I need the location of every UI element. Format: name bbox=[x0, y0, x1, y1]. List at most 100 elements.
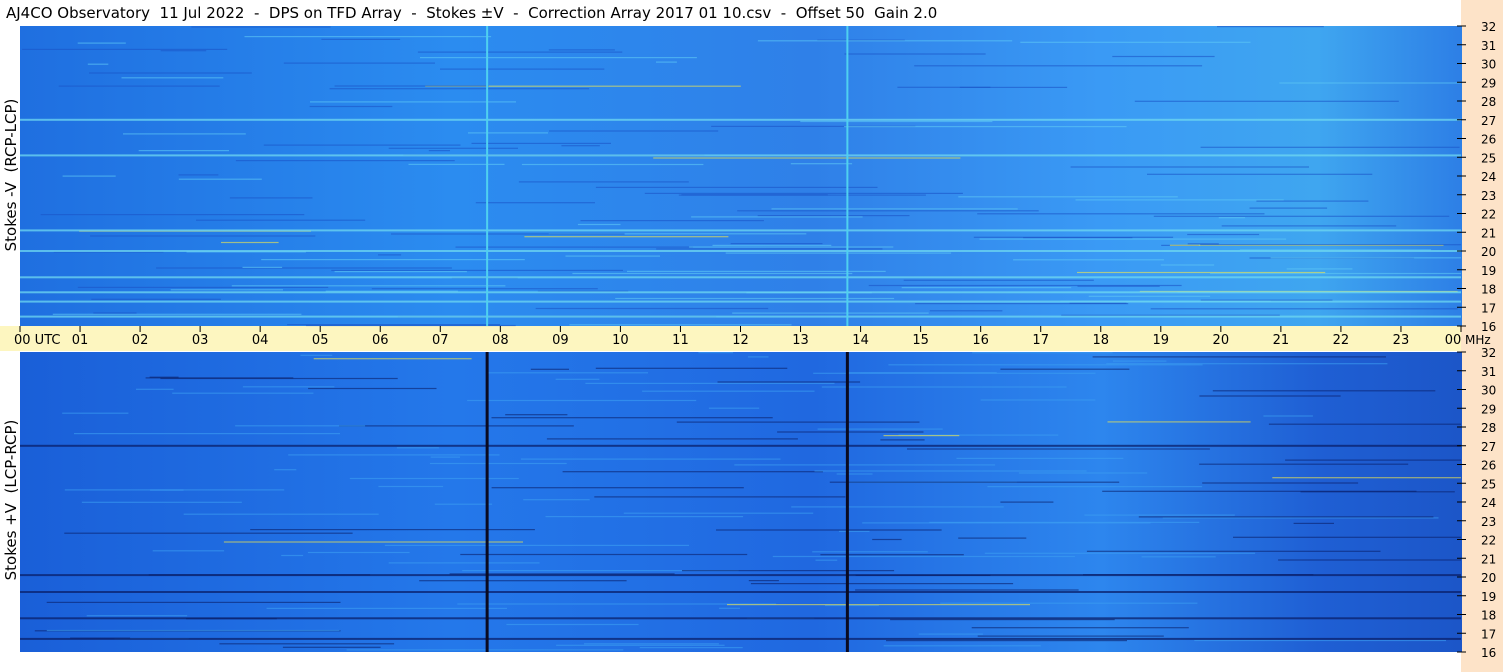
noise-streak bbox=[288, 454, 500, 456]
noise-streak bbox=[972, 352, 1113, 354]
noise-streak bbox=[656, 248, 883, 250]
noise-streak bbox=[219, 643, 395, 645]
noise-streak bbox=[791, 506, 1004, 508]
x-tick-label: 01 bbox=[72, 333, 89, 348]
noise-streak bbox=[440, 68, 605, 70]
noise-streak bbox=[814, 470, 1087, 472]
noise-streak bbox=[74, 433, 340, 435]
y-tick-label: 21 bbox=[1481, 226, 1496, 240]
noise-streak bbox=[712, 244, 832, 246]
noise-streak bbox=[136, 388, 174, 390]
noise-streak bbox=[1249, 207, 1328, 209]
noise-streak bbox=[958, 537, 1027, 539]
noise-streak bbox=[46, 629, 340, 632]
noise-streak bbox=[562, 471, 823, 473]
noise-streak bbox=[491, 417, 773, 419]
noise-streak bbox=[378, 254, 402, 256]
noise-streak bbox=[1200, 146, 1460, 148]
noise-streak bbox=[1084, 514, 1235, 516]
noise-streak bbox=[229, 197, 313, 199]
noise-streak bbox=[897, 86, 991, 88]
x-tick-label: 09 bbox=[552, 333, 569, 348]
frequency-band bbox=[20, 591, 1461, 593]
noise-streak bbox=[546, 438, 798, 440]
noise-streak bbox=[491, 487, 744, 489]
noise-streak bbox=[1092, 356, 1386, 358]
noise-streak bbox=[1218, 217, 1246, 219]
noise-streak bbox=[223, 541, 523, 543]
noise-streak bbox=[548, 49, 615, 51]
noise-streak bbox=[250, 529, 535, 531]
noise-streak bbox=[1278, 559, 1461, 561]
noise-streak bbox=[771, 208, 1018, 210]
noise-streak bbox=[235, 425, 366, 427]
noise-streak bbox=[730, 243, 823, 245]
noise-streak bbox=[717, 381, 861, 383]
noise-streak bbox=[750, 583, 1014, 585]
noise-streak bbox=[90, 235, 316, 237]
noise-streak bbox=[691, 216, 863, 218]
noise-streak bbox=[231, 285, 506, 287]
noise-streak bbox=[844, 126, 1127, 128]
noise-streak bbox=[971, 627, 1189, 629]
noise-streak bbox=[64, 532, 353, 534]
y-tick-label: 32 bbox=[1481, 346, 1496, 360]
noise-streak bbox=[1075, 199, 1284, 201]
noise-streak bbox=[471, 142, 611, 144]
noise-streak bbox=[653, 157, 961, 159]
noise-streak bbox=[524, 236, 729, 238]
noise-streak bbox=[727, 604, 1030, 606]
noise-streak bbox=[183, 513, 379, 515]
noise-streak bbox=[468, 132, 548, 134]
noise-streak bbox=[160, 50, 207, 52]
noise-streak bbox=[1286, 268, 1353, 270]
noise-streak bbox=[242, 266, 283, 268]
noise-streak bbox=[1194, 639, 1446, 642]
noise-streak bbox=[520, 458, 781, 460]
y-tick-label: 27 bbox=[1481, 440, 1496, 454]
noise-streak bbox=[309, 105, 393, 108]
noise-streak bbox=[615, 297, 895, 300]
x-tick-label: 14 bbox=[852, 333, 869, 348]
noise-streak bbox=[829, 481, 1120, 483]
noise-streak bbox=[1200, 244, 1461, 246]
noise-streak bbox=[170, 289, 283, 291]
noise-streak bbox=[1112, 55, 1215, 58]
noise-streak bbox=[1212, 390, 1436, 392]
noise-streak bbox=[242, 386, 335, 388]
noise-streak bbox=[790, 163, 853, 165]
noise-streak bbox=[467, 399, 697, 402]
noise-streak bbox=[244, 36, 492, 38]
frequency-band bbox=[20, 229, 1461, 232]
noise-streak bbox=[585, 382, 835, 384]
noise-streak bbox=[839, 530, 870, 532]
noise-streak bbox=[283, 62, 435, 64]
noise-streak bbox=[1268, 423, 1461, 425]
noise-streak bbox=[812, 551, 928, 553]
noise-streak bbox=[656, 61, 677, 63]
noise-streak bbox=[22, 48, 228, 50]
y-tick-label: 16 bbox=[1481, 646, 1496, 660]
noise-streak bbox=[1256, 200, 1369, 202]
noise-streak bbox=[594, 496, 846, 498]
y-tick-label: 24 bbox=[1481, 170, 1496, 184]
noise-streak bbox=[1293, 522, 1334, 524]
noise-streak bbox=[152, 550, 225, 552]
noise-streak bbox=[820, 554, 964, 556]
y-tick-label: 26 bbox=[1481, 459, 1496, 473]
noise-streak bbox=[388, 562, 540, 564]
noise-streak bbox=[984, 552, 1256, 554]
x-tick-label: 12 bbox=[732, 333, 749, 348]
noise-streak bbox=[1272, 477, 1461, 479]
noise-streak bbox=[1077, 271, 1326, 274]
noise-streak bbox=[1070, 166, 1309, 168]
noise-streak bbox=[396, 447, 439, 449]
noise-streak bbox=[339, 425, 574, 427]
noise-streak bbox=[455, 246, 694, 248]
noise-streak bbox=[1279, 82, 1461, 84]
noise-streak bbox=[506, 623, 639, 626]
x-tick-label: 19 bbox=[1153, 333, 1170, 348]
noise-streak bbox=[883, 645, 1041, 647]
frequency-band bbox=[20, 250, 1461, 252]
noise-streak bbox=[1107, 421, 1251, 423]
